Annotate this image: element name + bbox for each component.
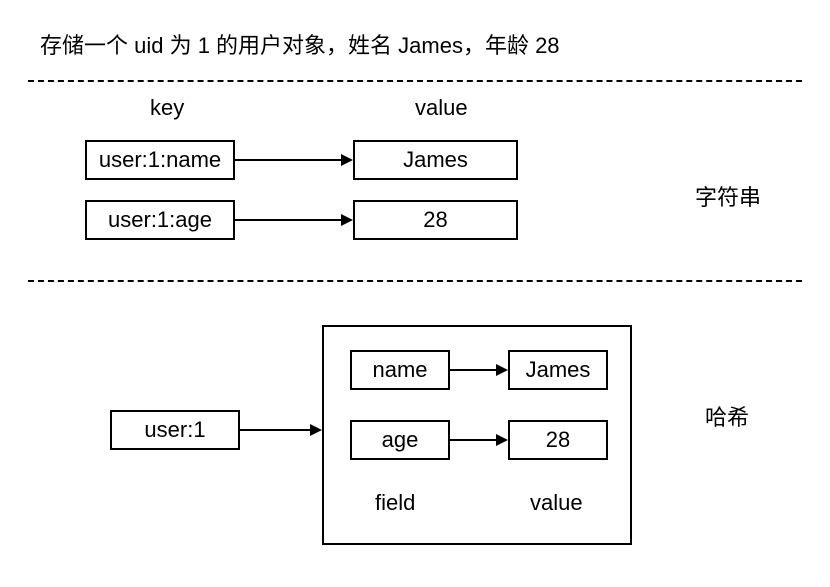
arrow-head-hash-key [310,424,322,436]
arrow-string-0 [235,159,343,161]
string-key-1: user:1:age [108,207,212,233]
string-value-box-0: James [353,140,518,180]
arrow-head-string-0 [341,154,353,166]
arrow-hash-0 [450,369,498,371]
hash-value-1: 28 [546,427,570,453]
hash-value-box-1: 28 [508,420,608,460]
string-key-0: user:1:name [99,147,221,173]
hash-key-box: user:1 [110,410,240,450]
value-header: value [415,95,468,121]
hash-value-box-0: James [508,350,608,390]
arrow-hash-key [240,429,312,431]
hash-value-label: value [530,490,583,516]
hash-section-label: 哈希 [705,400,749,432]
string-value-0: James [403,147,468,173]
string-section-label: 字符串 [695,180,761,212]
string-key-box-1: user:1:age [85,200,235,240]
arrow-head-hash-0 [496,364,508,376]
hash-field-1: age [382,427,419,453]
divider-1 [28,80,802,82]
string-value-1: 28 [423,207,447,233]
arrow-hash-1 [450,439,498,441]
hash-value-0: James [526,357,591,383]
divider-2 [28,280,802,282]
arrow-head-hash-1 [496,434,508,446]
arrow-head-string-1 [341,214,353,226]
diagram-title: 存储一个 uid 为 1 的用户对象，姓名 James，年龄 28 [40,28,560,60]
string-key-box-0: user:1:name [85,140,235,180]
diagram-canvas: 存储一个 uid 为 1 的用户对象，姓名 James，年龄 28 key va… [0,0,830,587]
hash-field-box-1: age [350,420,450,460]
key-header: key [150,95,184,121]
hash-field-0: name [372,357,427,383]
string-value-box-1: 28 [353,200,518,240]
hash-field-box-0: name [350,350,450,390]
arrow-string-1 [235,219,343,221]
hash-key: user:1 [144,417,205,443]
hash-field-label: field [375,490,415,516]
